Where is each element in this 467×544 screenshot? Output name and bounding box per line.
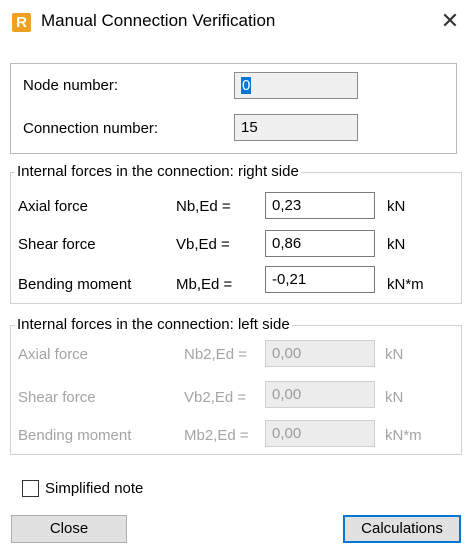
right-shear-label: Shear force: [18, 236, 96, 253]
right-moment-unit: kN*m: [387, 276, 424, 293]
left-shear-symbol: Vb2,Ed =: [184, 389, 247, 406]
close-icon[interactable]: ✕: [437, 6, 463, 36]
left-axial-input: [265, 340, 375, 367]
right-moment-label: Bending moment: [18, 276, 132, 293]
connection-number-field[interactable]: 15: [234, 114, 358, 141]
left-moment-input: [265, 420, 375, 447]
right-axial-unit: kN: [387, 198, 406, 215]
left-shear-input: [265, 381, 375, 408]
node-number-label: Node number:: [23, 77, 119, 94]
right-moment-input[interactable]: [265, 266, 375, 293]
left-axial-unit: kN: [385, 346, 404, 363]
app-icon: R: [12, 13, 31, 32]
left-shear-unit: kN: [385, 389, 404, 406]
simplified-note-checkbox[interactable]: [22, 480, 39, 497]
left-moment-unit: kN*m: [385, 427, 422, 444]
calculations-button[interactable]: Calculations: [343, 515, 461, 543]
right-axial-symbol: Nb,Ed =: [176, 198, 231, 215]
left-moment-label: Bending moment: [18, 427, 132, 444]
simplified-note-label[interactable]: Simplified note: [45, 480, 143, 497]
close-button[interactable]: Close: [11, 515, 127, 543]
right-axial-label: Axial force: [18, 198, 89, 215]
left-side-title: Internal forces in the connection: left …: [15, 316, 292, 333]
right-moment-symbol: Mb,Ed =: [176, 276, 233, 293]
title-bar: R Manual Connection Verification ✕: [0, 0, 467, 46]
right-shear-symbol: Vb,Ed =: [176, 236, 230, 253]
right-axial-input[interactable]: [265, 192, 375, 219]
connection-number-label: Connection number:: [23, 120, 159, 137]
left-axial-label: Axial force: [18, 346, 89, 363]
node-number-field[interactable]: 0: [234, 72, 358, 99]
left-axial-symbol: Nb2,Ed =: [184, 346, 247, 363]
left-moment-symbol: Mb2,Ed =: [184, 427, 249, 444]
window-title: Manual Connection Verification: [41, 11, 276, 30]
right-side-title: Internal forces in the connection: right…: [15, 163, 301, 180]
right-shear-input[interactable]: [265, 230, 375, 257]
right-shear-unit: kN: [387, 236, 406, 253]
left-shear-label: Shear force: [18, 389, 96, 406]
node-number-value: 0: [241, 77, 252, 94]
